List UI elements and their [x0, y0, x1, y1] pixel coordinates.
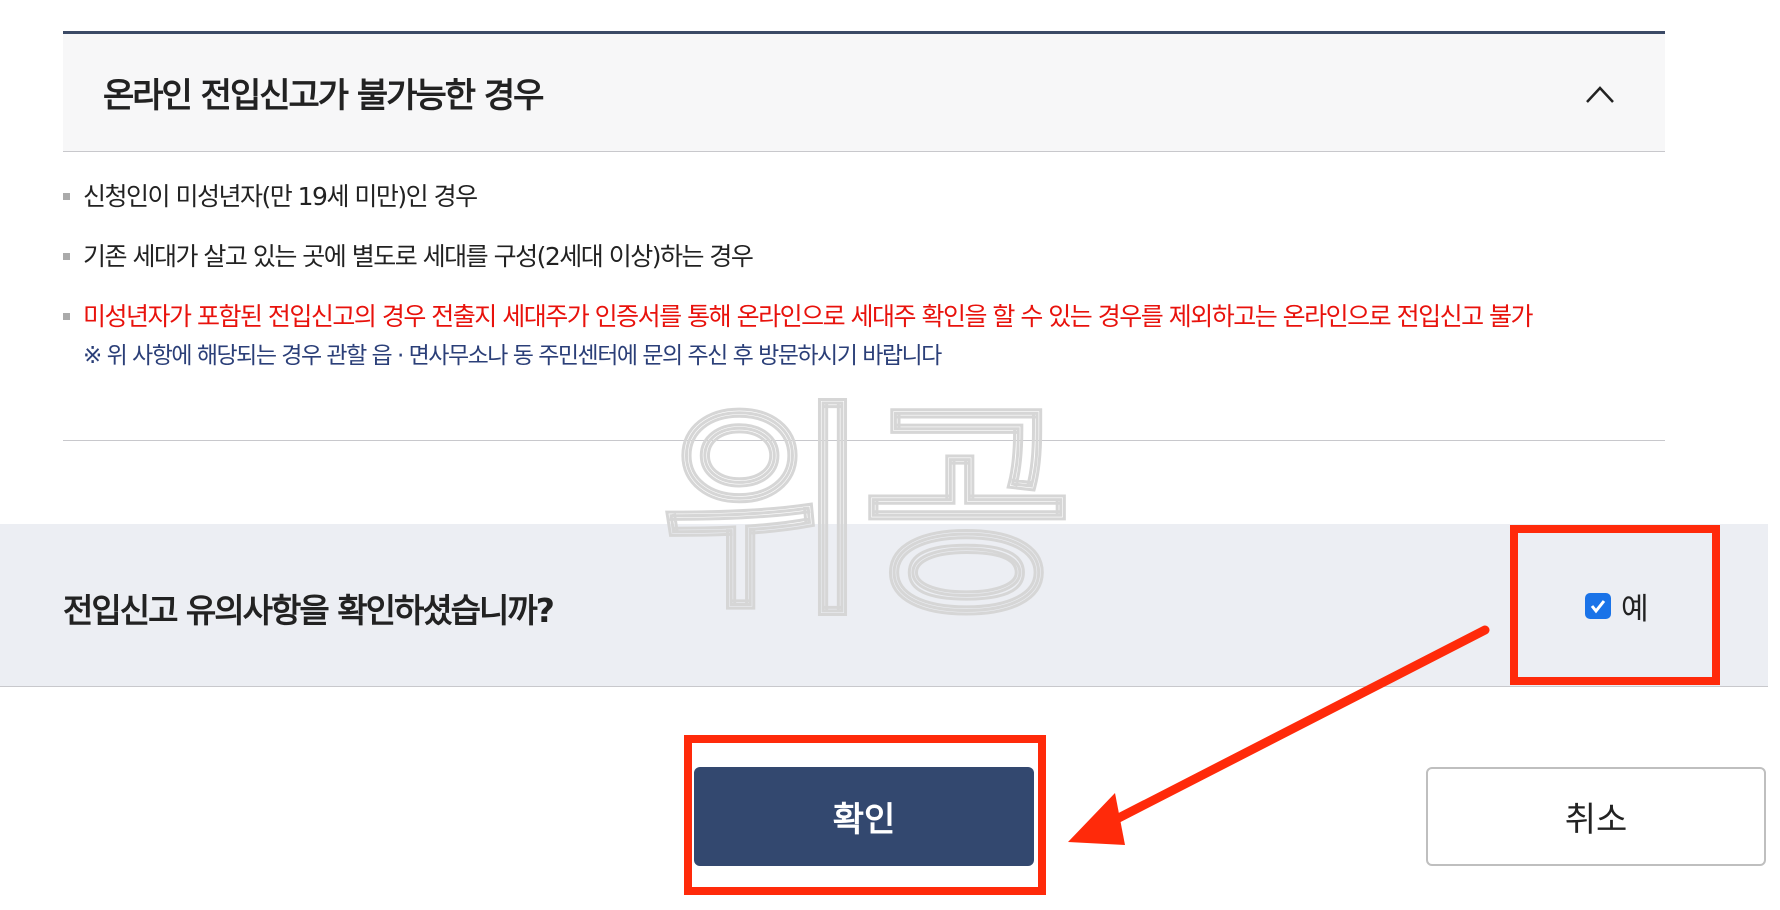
checkmark-icon: [1590, 600, 1606, 614]
confirm-checkbox[interactable]: [1585, 593, 1611, 619]
chevron-up-icon[interactable]: [1585, 84, 1615, 104]
page: 온라인 전입신고가 불가능한 경우 신청인이 미성년자(만 19세 미만)인 경…: [0, 0, 1780, 910]
list-item-text: 신청인이 미성년자(만 19세 미만)인 경우: [83, 182, 478, 211]
confirm-checkbox-group[interactable]: 예: [1585, 584, 1649, 628]
confirmation-question: 전입신고 유의사항을 확인하셨습니까?: [63, 591, 555, 630]
bullet-icon: [63, 253, 70, 260]
section-title: 온라인 전입신고가 불가능한 경우: [103, 76, 544, 116]
list-item: 기존 세대가 살고 있는 곳에 별도로 세대를 구성(2세대 이상)하는 경우: [63, 240, 1665, 274]
accordion-header[interactable]: 온라인 전입신고가 불가능한 경우: [63, 31, 1665, 152]
confirm-button[interactable]: 확인: [694, 767, 1034, 866]
accordion-body: 신청인이 미성년자(만 19세 미만)인 경우 기존 세대가 살고 있는 곳에 …: [63, 152, 1665, 441]
confirmation-bar: 전입신고 유의사항을 확인하셨습니까? 예: [0, 524, 1768, 687]
list-item: 신청인이 미성년자(만 19세 미만)인 경우: [63, 180, 1665, 214]
checkbox-label[interactable]: 예: [1621, 584, 1649, 628]
bullet-icon: [63, 193, 70, 200]
restriction-section: 온라인 전입신고가 불가능한 경우 신청인이 미성년자(만 19세 미만)인 경…: [63, 31, 1665, 441]
list-item-warning: 미성년자가 포함된 전입신고의 경우 전출지 세대주가 인증서를 통해 온라인으…: [63, 300, 1665, 334]
list-item-text: 기존 세대가 살고 있는 곳에 별도로 세대를 구성(2세대 이상)하는 경우: [83, 242, 754, 271]
bullet-icon: [63, 313, 70, 320]
notice-text: ※ 위 사항에 해당되는 경우 관할 읍 · 면사무소나 동 주민센터에 문의 …: [83, 343, 942, 369]
list-item-text: 미성년자가 포함된 전입신고의 경우 전출지 세대주가 인증서를 통해 온라인으…: [83, 302, 1534, 331]
cancel-button[interactable]: 취소: [1426, 767, 1766, 866]
